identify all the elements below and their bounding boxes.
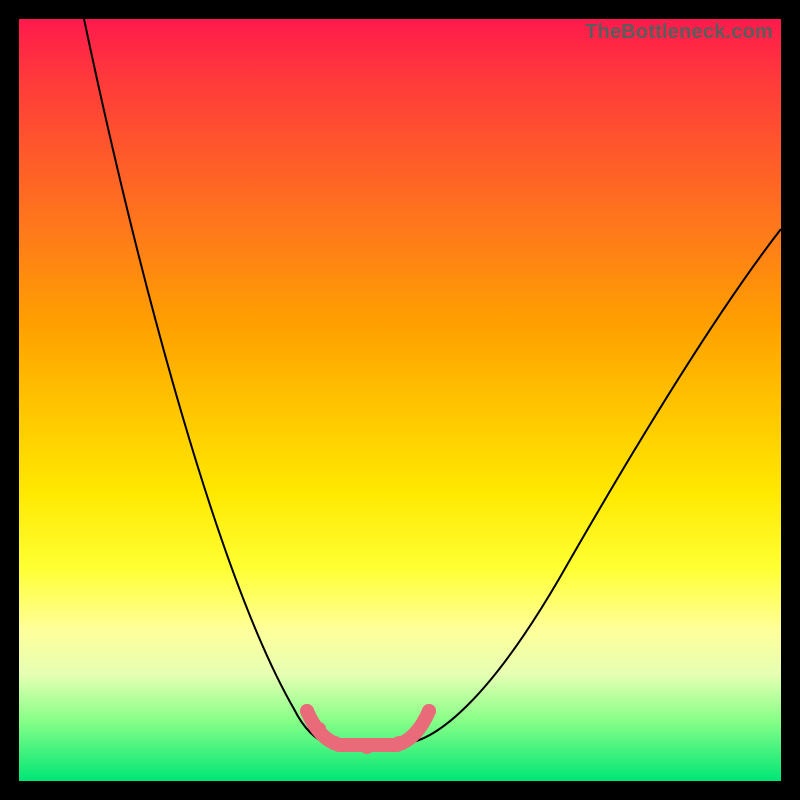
trough-dot	[422, 704, 436, 718]
trough-dot	[328, 736, 342, 750]
trough-dot	[312, 722, 326, 736]
curve-left	[84, 19, 327, 743]
plot-area: TheBottleneck.com	[19, 19, 781, 781]
trough-dot	[360, 740, 374, 754]
trough-dot	[392, 736, 406, 750]
trough-dot	[300, 704, 314, 718]
trough-dot	[410, 724, 424, 738]
chart-frame: TheBottleneck.com	[0, 0, 800, 800]
curve-overlay	[19, 19, 781, 781]
curve-right	[409, 229, 781, 743]
